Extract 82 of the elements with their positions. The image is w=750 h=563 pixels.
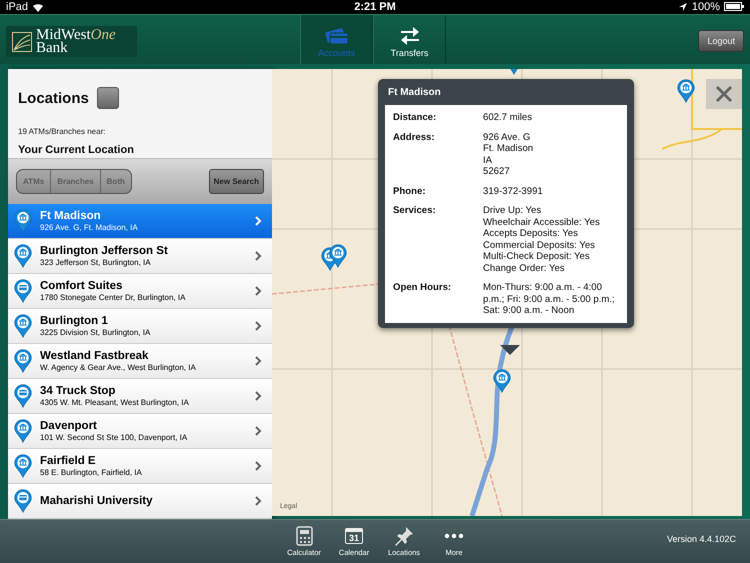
field-label: Services: [393, 205, 437, 218]
location-row[interactable]: Westland Fastbreak W. Agency & Gear Ave., West Burlington, IA [8, 344, 272, 380]
field-value: 52627 [483, 166, 511, 178]
location-row[interactable]: Davenport 101 W. Second St Ste 100, Davenport, IA [8, 414, 272, 450]
location-row[interactable]: Ft Madison 926 Ave. G, Ft. Madison, IA [8, 204, 272, 240]
chevron-right-icon [255, 461, 262, 472]
location-name: Westland Fastbreak [40, 350, 150, 362]
field-label: Phone: [393, 186, 427, 198]
location-row[interactable]: Maharishi University [8, 484, 272, 520]
field-value: Drive Up: Yes [483, 205, 542, 217]
location-name: Burlington Jefferson St [40, 245, 169, 258]
atm-pin-icon [14, 279, 32, 304]
chevron-right-icon [255, 356, 262, 366]
location-name: Comfort Suites [40, 280, 124, 292]
location-arrow-icon [678, 2, 688, 12]
chevron-right-icon [255, 216, 262, 226]
atm-pin-icon [14, 489, 32, 514]
location-name: Ft Madison [40, 210, 102, 222]
popup-title: Ft Madison [387, 86, 442, 100]
field-label: Distance: [393, 112, 438, 124]
field-value: Wheelchair Accessible: Yes [483, 216, 601, 228]
location-row[interactable]: Fairfield E 58 E. Burlington, Fairfield, IA [8, 449, 272, 484]
chevron-right-icon [255, 286, 262, 296]
wifi-icon [32, 2, 44, 12]
location-name: Maharishi University [40, 495, 154, 508]
calculator-icon [296, 526, 312, 546]
search-location: Your Current Location [18, 144, 135, 156]
atm-pin-icon [14, 384, 32, 408]
credit-card-icon [324, 25, 350, 46]
pushpin-icon [394, 526, 414, 546]
swap-arrows-icon [398, 25, 420, 46]
location-name: Fairfield E [40, 455, 97, 468]
location-address: 101 W. Second St Ste 100, Davenport, IA [40, 433, 188, 442]
close-button[interactable] [706, 79, 742, 110]
results-count: 19 ATMs/Branches near: [18, 127, 106, 136]
wheat-field-icon [12, 32, 32, 52]
location-row[interactable]: Comfort Suites 1780 Stonegate Center Dr, Burlington, IA [8, 274, 272, 310]
compass-icon[interactable] [96, 87, 119, 110]
field-value: Change Order: Yes [483, 262, 566, 274]
location-name: 34 Truck Stop [40, 385, 116, 398]
field-value: Mon-Thurs: 9:00 a.m. - 4:00 p.m.; Fri: 9:00 a.m. - 5:00 p.m.; Sat: 9:00 a.m. - Noon [483, 282, 616, 317]
location-address: 58 E. Burlington, Fairfield, IA [40, 468, 143, 478]
location-row[interactable]: 34 Truck Stop 4305 W. Mt. Pleasant, West Burlington, IA [8, 379, 272, 414]
field-value: Accepts Deposits: Yes [483, 228, 579, 240]
location-address: 926 Ave. G, Ft. Madison, IA [40, 223, 139, 232]
field-label: Address: [393, 132, 436, 145]
chevron-right-icon [255, 251, 262, 262]
new-search-button[interactable]: New Search [208, 169, 264, 194]
chevron-right-icon [255, 496, 262, 506]
panel-title: Locations [18, 90, 89, 107]
field-value: 926 Ave. G [483, 132, 532, 144]
location-row[interactable]: Burlington Jefferson St 323 Jefferson St, Burlington, IA [8, 239, 272, 274]
field-value: 602.7 miles [483, 112, 534, 124]
bank-name-line: Bank [36, 42, 69, 55]
battery-level: 100% [692, 0, 720, 13]
field-value: IA [483, 154, 494, 166]
field-value: 319-372-3991 [483, 186, 544, 198]
location-address: W. Agency & Gear Ave., West Burlington, IA [40, 363, 197, 372]
clock-time: 2:21 PM [354, 0, 396, 13]
location-address: 323 Jefferson St, Burlington, IA [40, 258, 152, 268]
chevron-right-icon [255, 391, 262, 402]
location-name: Burlington 1 [40, 315, 109, 328]
popup-pointer [500, 345, 520, 356]
field-value: Ft. Madison [483, 143, 534, 155]
field-value: Multi-Check Deposit: Yes [483, 251, 591, 263]
app-version: Version 4.4.102C [666, 534, 736, 544]
chevron-right-icon [255, 321, 262, 332]
chevron-right-icon [255, 426, 262, 436]
close-icon [715, 85, 733, 104]
logout-button[interactable]: Logout [698, 30, 744, 52]
battery-icon [724, 2, 744, 12]
field-label: Open Hours: [393, 282, 452, 296]
calendar-icon: 31 [345, 528, 363, 544]
location-address: 3225 Division St, Burlington, IA [40, 328, 152, 338]
field-value: Commercial Deposits: Yes [483, 240, 596, 252]
location-name: Davenport [40, 420, 98, 432]
location-address: 4305 W. Mt. Pleasant, West Burlington, IA [40, 398, 190, 408]
device-name: iPad [6, 0, 28, 13]
bank-name: MidWestOne [36, 28, 116, 42]
more-dots-icon [444, 533, 464, 540]
location-address: 1780 Stonegate Center Dr, Burlington, IA [40, 293, 186, 302]
location-row[interactable]: Burlington 1 3225 Division St, Burlington, IA [8, 309, 272, 344]
